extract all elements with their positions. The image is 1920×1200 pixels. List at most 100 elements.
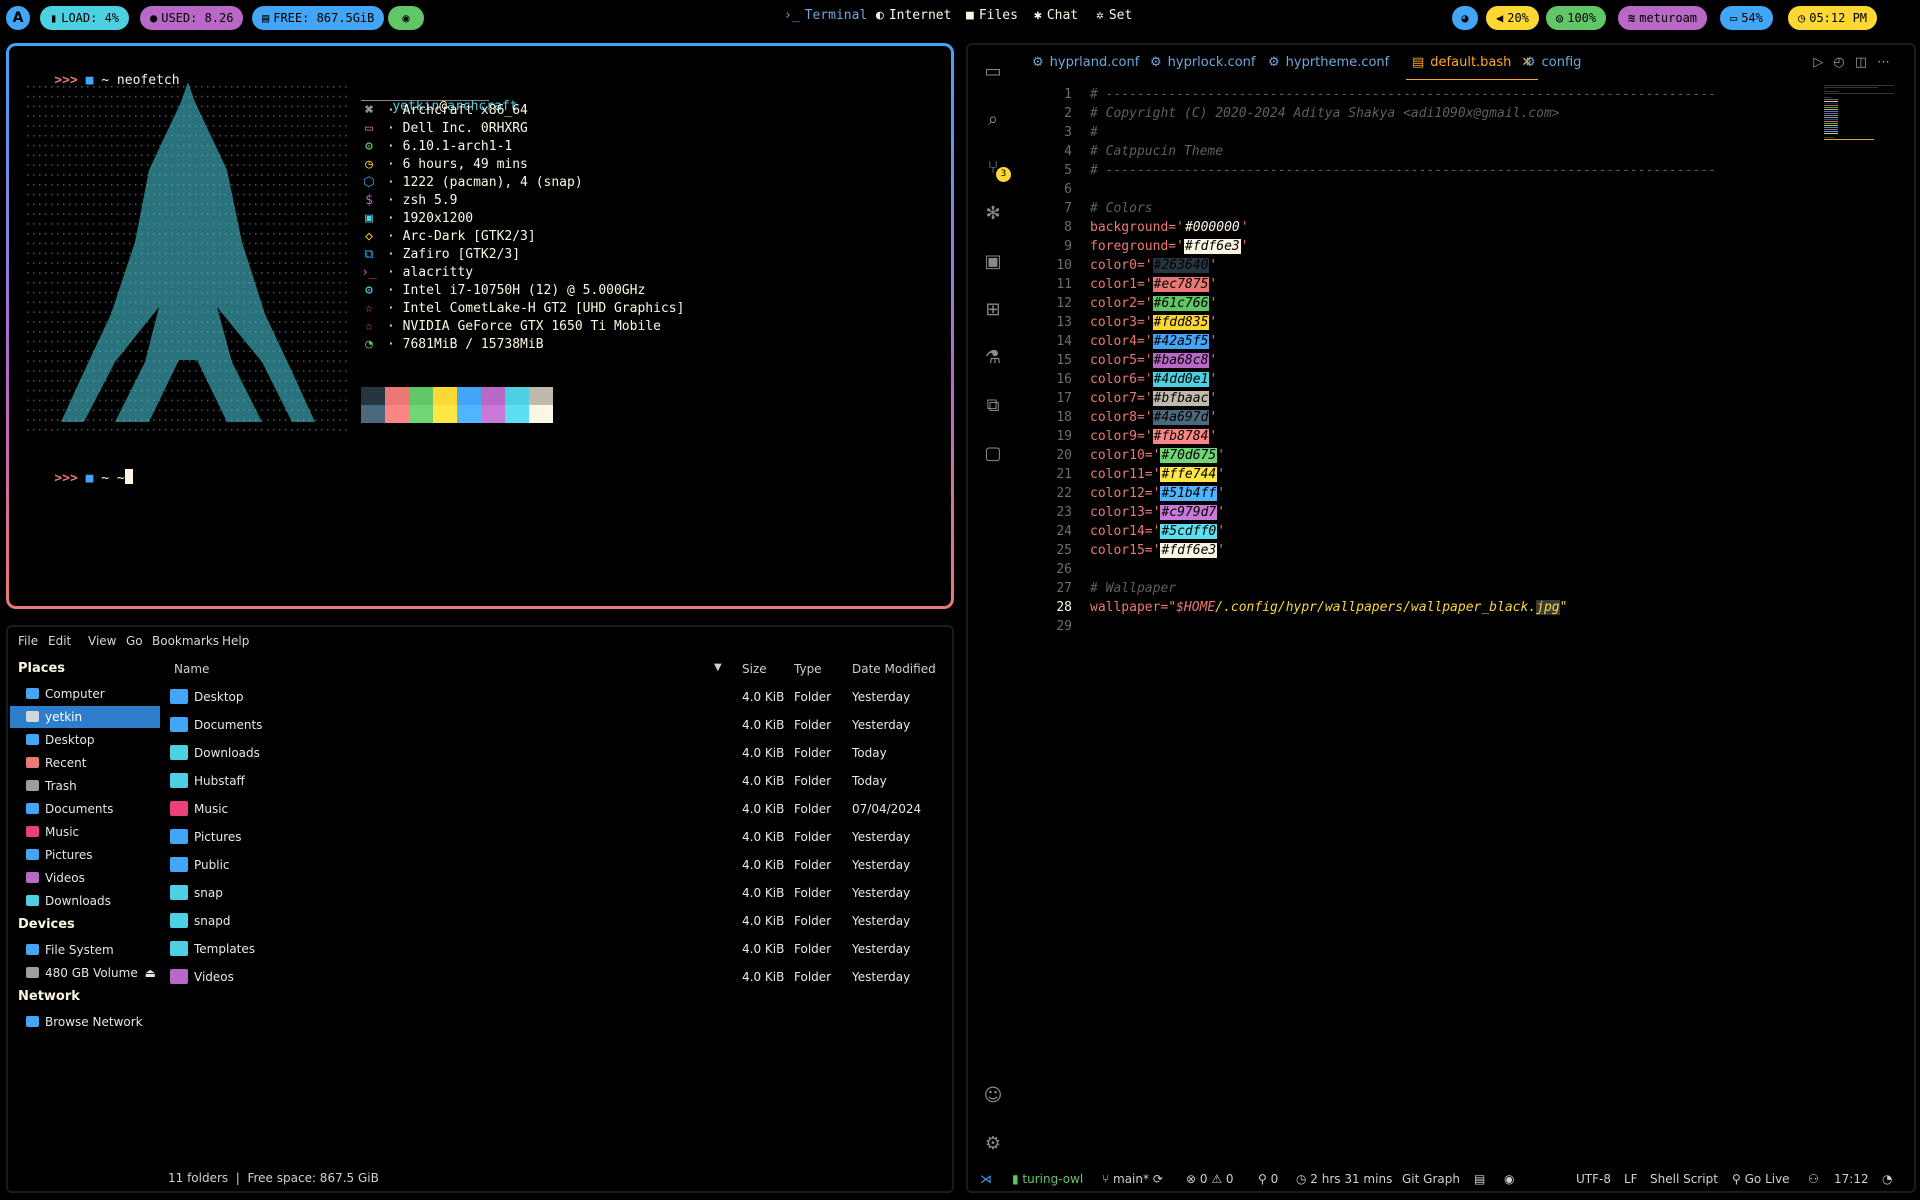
output-panel-icon[interactable]: ▤	[1474, 1172, 1485, 1186]
problems-indicator[interactable]: ⊗ 0 ⚠ 0	[1186, 1172, 1234, 1186]
volume-indicator[interactable]: ◀ 20%	[1486, 6, 1539, 30]
nav-settings[interactable]: ✲ Set	[1096, 8, 1132, 23]
sidebar-item-computer[interactable]: Computer	[10, 683, 160, 705]
search-icon[interactable]: ⌕	[980, 107, 1006, 133]
sidebar-item-file-system[interactable]: File System	[10, 939, 160, 961]
file-manager-window[interactable]: File Edit View Go Bookmarks Help Places Comput…	[6, 625, 954, 1193]
timeline-icon[interactable]: ◴	[1833, 55, 1854, 70]
notifications-bell-icon[interactable]: ◔	[1882, 1172, 1892, 1186]
nav-internet[interactable]: ◐ Internet	[876, 8, 951, 23]
tab-config[interactable]: ⚙ config	[1524, 55, 1581, 70]
ports-indicator[interactable]: ⚲ 0	[1258, 1172, 1278, 1186]
extensions-icon[interactable]: ⊞	[980, 297, 1006, 323]
env-var: $HOME	[1176, 600, 1216, 615]
split-editor-icon[interactable]: ◫	[1855, 55, 1877, 70]
sidebar-item-yetkin[interactable]: yetkin	[10, 706, 160, 728]
activity-bar: ▭ ⌕ ⑂ 3 ✻ ▣ ⊞ ⚗ ⧉ ▢ ☺ ⚙	[968, 45, 1020, 1191]
color-value: #fdf6e3	[1183, 239, 1241, 254]
eject-icon[interactable]: ⏏	[145, 962, 156, 984]
git-graph-button[interactable]: Git Graph	[1402, 1172, 1460, 1186]
code-editor-window[interactable]: ▭ ⌕ ⑂ 3 ✻ ▣ ⊞ ⚗ ⧉ ▢ ☺ ⚙ ⚙ hyprland.conf ⚙ h…	[966, 43, 1916, 1193]
run-icon[interactable]: ▷	[1813, 55, 1833, 70]
manage-gear-icon[interactable]: ⚙	[980, 1131, 1006, 1157]
column-header-date[interactable]: Date Modified	[852, 662, 936, 676]
disk-free-indicator[interactable]: ▤ FREE: 867.5GiB	[252, 6, 385, 30]
load-indicator[interactable]: ▮ LOAD: 4%	[40, 6, 130, 30]
chat-icon[interactable]: ▢	[980, 441, 1006, 467]
line-source: #	[1090, 123, 1098, 142]
connections-icon[interactable]: ⧉	[980, 393, 1006, 419]
tab-hyprtheme-conf[interactable]: ⚙ hyprtheme.conf	[1268, 55, 1389, 70]
sidebar-item-videos[interactable]: Videos	[10, 867, 160, 889]
tab-hyprland-conf[interactable]: ⚙ hyprland.conf	[1032, 55, 1139, 70]
memory-used-indicator[interactable]: ● USED: 8.26	[140, 6, 244, 30]
line-number: 22	[1056, 486, 1072, 501]
kernel-icon: ⚙	[365, 139, 373, 154]
clock[interactable]: ◷ 05:12 PM	[1788, 6, 1878, 30]
eye-toggle[interactable]: ◉	[388, 6, 424, 30]
testing-icon[interactable]: ⚗	[980, 345, 1006, 371]
tab-hyprlock-conf[interactable]: ⚙ hyprlock.conf	[1150, 55, 1255, 70]
language-indicator[interactable]: Shell Script	[1650, 1172, 1718, 1186]
sidebar-item-trash[interactable]: Trash	[10, 775, 160, 797]
sort-chevron-down-icon[interactable]: ▼	[714, 662, 722, 673]
time-tracker[interactable]: ◷ 2 hrs 31 mins	[1296, 1172, 1392, 1186]
sidebar-item-pictures[interactable]: Pictures	[10, 844, 160, 866]
wifi-indicator[interactable]: ≋ meturoam	[1618, 6, 1708, 30]
table-row[interactable]: Documents 4.0 KiB Folder Yesterday	[168, 711, 948, 739]
account-icon[interactable]: ☺	[980, 1083, 1006, 1109]
nav-terminal[interactable]: ›_ Terminal	[784, 8, 867, 23]
menu-bookmarks[interactable]: Bookmarks	[152, 634, 219, 648]
extension-icon[interactable]: ⚇	[1808, 1172, 1819, 1186]
column-header-name[interactable]: Name	[174, 662, 209, 676]
tab-default-bash[interactable]: ▤ default.bash ✕	[1406, 55, 1539, 80]
go-live-button[interactable]: ⚲ Go Live	[1732, 1172, 1790, 1186]
battery-indicator[interactable]: ▭ 54%	[1720, 6, 1773, 30]
sidebar-item-downloads[interactable]: Downloads	[10, 890, 160, 912]
table-row[interactable]: Templates 4.0 KiB Folder Yesterday	[168, 935, 948, 963]
table-row[interactable]: Hubstaff 4.0 KiB Folder Today	[168, 767, 948, 795]
menu-file[interactable]: File	[18, 634, 38, 648]
menu-view[interactable]: View	[88, 634, 116, 648]
table-row[interactable]: snapd 4.0 KiB Folder Yesterday	[168, 907, 948, 935]
theme-palette-button[interactable]: ◕	[1452, 6, 1478, 30]
nav-files[interactable]: ■ Files	[966, 8, 1018, 23]
table-row[interactable]: Desktop 4.0 KiB Folder Yesterday	[168, 683, 948, 711]
sidebar-item-recent[interactable]: Recent	[10, 752, 160, 774]
sidebar-item-browse-network[interactable]: Browse Network	[10, 1011, 160, 1033]
column-header-type[interactable]: Type	[794, 662, 822, 676]
table-row[interactable]: Downloads 4.0 KiB Folder Today	[168, 739, 948, 767]
line-source: color14='#5cdff0'	[1090, 524, 1226, 539]
table-row[interactable]: Pictures 4.0 KiB Folder Yesterday	[168, 823, 948, 851]
sidebar-item-desktop[interactable]: Desktop	[10, 729, 160, 751]
nav-chat[interactable]: ✱ Chat	[1034, 8, 1078, 23]
branch-indicator[interactable]: ⑂ main* ⟳	[1102, 1172, 1163, 1186]
project-indicator[interactable]: ▮ turing-owl	[1012, 1172, 1083, 1186]
table-row[interactable]: snap 4.0 KiB Folder Yesterday	[168, 879, 948, 907]
remote-icon[interactable]: ⋊	[980, 1172, 992, 1186]
code-line: 26	[1020, 560, 1780, 579]
copilot-icon[interactable]: ◉	[1504, 1172, 1514, 1186]
brightness-indicator[interactable]: ◎ 100%	[1546, 6, 1607, 30]
menu-go[interactable]: Go	[126, 634, 143, 648]
folder-icon	[170, 857, 188, 872]
encoding-indicator[interactable]: UTF-8	[1576, 1172, 1611, 1186]
menu-help[interactable]: Help	[222, 634, 249, 648]
table-row[interactable]: Public 4.0 KiB Folder Yesterday	[168, 851, 948, 879]
column-header-size[interactable]: Size	[742, 662, 767, 676]
minimap[interactable]	[1824, 85, 1904, 145]
table-row[interactable]: Music 4.0 KiB Folder 07/04/2024	[168, 795, 948, 823]
theme-icon: ◇	[365, 229, 373, 244]
remote-explorer-icon[interactable]: ▣	[980, 249, 1006, 275]
table-row[interactable]: Videos 4.0 KiB Folder Yesterday	[168, 963, 948, 991]
launcher-button[interactable]: A	[6, 6, 30, 30]
terminal-window[interactable]: >>> ■ ~ neofetch yetkin@archcraft ⌘ · Arc…	[6, 43, 954, 609]
sidebar-item-music[interactable]: Music	[10, 821, 160, 843]
sidebar-item-480-gb-volume[interactable]: 480 GB Volume ⏏	[10, 962, 160, 984]
debug-icon[interactable]: ✻	[980, 201, 1006, 227]
menu-edit[interactable]: Edit	[48, 634, 71, 648]
explorer-icon[interactable]: ▭	[980, 59, 1006, 85]
sidebar-item-documents[interactable]: Documents	[10, 798, 160, 820]
more-icon[interactable]: ⋯	[1877, 55, 1900, 70]
eol-indicator[interactable]: LF	[1624, 1172, 1638, 1186]
